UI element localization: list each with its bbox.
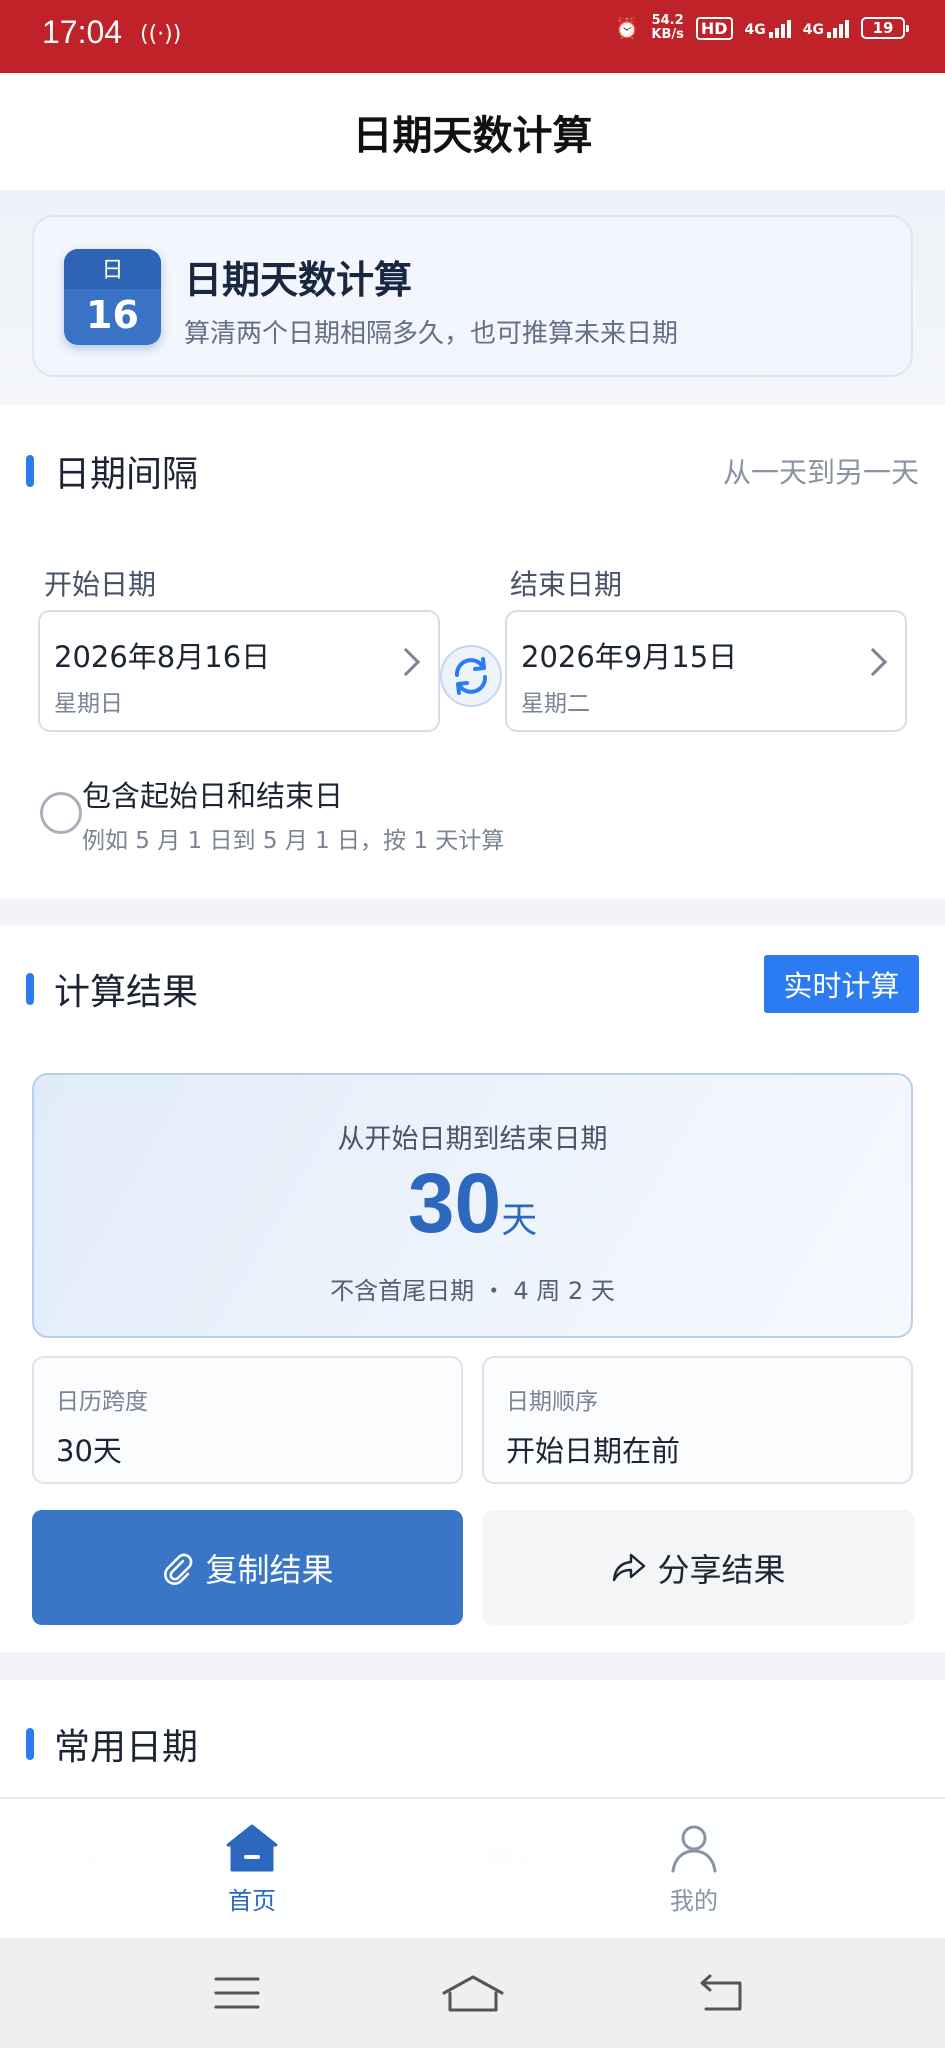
result-card: 从开始日期到结束日期 30天 不含首尾日期 ・ 4 周 2 天 <box>32 1073 913 1338</box>
bottom-tab-bar: 首页 我的 <box>0 1797 945 1938</box>
date-order-value: 开始日期在前 <box>506 1434 681 1468</box>
end-date-label: 结束日期 <box>510 568 623 601</box>
signal-icon <box>768 18 791 38</box>
copy-result-button[interactable]: 复制结果 <box>32 1510 463 1625</box>
nfc-icon: ((·)) <box>140 22 182 47</box>
home-nav-button[interactable] <box>428 1968 518 2018</box>
hero-subtitle: 算清两个日期相隔多久，也可推算未来日期 <box>184 319 679 349</box>
menu-icon <box>214 1977 260 2009</box>
tab-mine[interactable]: 我的 <box>634 1823 754 1916</box>
network-4g-2: 4G <box>803 18 849 38</box>
network-4g-1: 4G <box>745 18 791 38</box>
back-button[interactable] <box>676 1968 766 2018</box>
live-calc-button[interactable]: 实时计算 <box>764 955 919 1013</box>
section-title: 日期间隔 <box>54 454 199 495</box>
calendar-span-value: 30天 <box>56 1434 122 1468</box>
alarm-icon: ⏰ <box>614 16 640 40</box>
section-header: 常用日期 <box>26 1718 198 1770</box>
end-weekday: 星期二 <box>521 691 590 717</box>
include-endpoints-label[interactable]: 包含起始日和结束日 <box>82 773 343 815</box>
system-nav-bar <box>0 1938 945 2048</box>
result-meta: 不含首尾日期 ・ 4 周 2 天 <box>330 1277 615 1305</box>
section-accent-bar <box>26 455 34 487</box>
battery-icon: 19 <box>861 17 909 39</box>
chevron-right-icon <box>391 647 421 677</box>
share-result-label: 分享结果 <box>657 1550 786 1589</box>
nav-bar: 日期天数计算 <box>0 73 945 190</box>
date-order-label: 日期顺序 <box>506 1389 598 1415</box>
signal-icon <box>827 18 849 38</box>
end-date-value: 2026年9月15日 <box>521 640 738 674</box>
end-date-picker[interactable]: 2026年9月15日 星期二 <box>505 610 907 732</box>
start-date-picker[interactable]: 2026年8月16日 星期日 <box>38 610 440 732</box>
status-icons: ⏰ 54.2 KB/s HD 4G 4G 19 <box>614 13 909 42</box>
result-section: 计算结果 实时计算 从开始日期到结束日期 30天 不含首尾日期 ・ 4 周 2 … <box>0 925 945 1652</box>
calendar-span-label: 日历跨度 <box>56 1389 148 1415</box>
copy-result-label: 复制结果 <box>205 1550 334 1589</box>
date-interval-section: 日期间隔 从一天到另一天 开始日期 结束日期 2026年8月16日 星期日 20… <box>0 405 945 899</box>
paperclip-icon <box>164 1553 193 1585</box>
page-title: 日期天数计算 <box>352 112 593 159</box>
start-date-value: 2026年8月16日 <box>54 640 271 674</box>
menu-button[interactable] <box>192 1968 282 2018</box>
section-header: 计算结果 <box>26 963 198 1015</box>
section-title: 计算结果 <box>54 972 199 1013</box>
result-days-number: 30 <box>407 1156 502 1250</box>
date-order-box: 日期顺序 开始日期在前 <box>482 1356 913 1484</box>
tab-home-label: 首页 <box>228 1887 276 1915</box>
calendar-icon: 日 16 <box>64 249 161 345</box>
refresh-icon <box>455 657 487 695</box>
result-days-unit: 天 <box>501 1200 538 1241</box>
speed-readout: 54.2 KB/s <box>651 13 684 42</box>
section-header: 日期间隔 <box>26 445 198 497</box>
hero-section: 日 16 日期天数计算 算清两个日期相隔多久，也可推算未来日期 <box>0 190 945 405</box>
result-days: 30天 <box>34 1155 911 1252</box>
status-bar: 17:04 ((·)) ⏰ 54.2 KB/s HD 4G 4G 19 <box>0 0 945 73</box>
share-result-button[interactable]: 分享结果 <box>483 1510 914 1625</box>
include-endpoints-note: 例如 5 月 1 日到 5 月 1 日，按 1 天计算 <box>82 828 505 854</box>
section-accent-bar <box>26 1728 34 1760</box>
start-date-label: 开始日期 <box>44 568 157 601</box>
user-icon <box>671 1825 717 1873</box>
chevron-right-icon <box>858 647 888 677</box>
home-outline-icon <box>442 1975 504 2012</box>
common-dates-section: 常用日期 <box>0 1680 945 1800</box>
result-caption: 从开始日期到结束日期 <box>337 1124 608 1155</box>
hero-card: 日 16 日期天数计算 算清两个日期相隔多久，也可推算未来日期 <box>32 215 913 377</box>
section-accent-bar <box>26 973 34 1005</box>
include-endpoints-radio[interactable] <box>40 792 82 834</box>
hd-badge: HD <box>695 16 733 40</box>
start-weekday: 星期日 <box>54 691 123 717</box>
back-icon <box>700 1974 742 2011</box>
tab-mine-label: 我的 <box>670 1887 718 1915</box>
status-time: 17:04 <box>42 14 123 50</box>
swap-dates-button[interactable] <box>440 645 502 707</box>
tab-home[interactable]: 首页 <box>192 1823 312 1916</box>
share-icon <box>613 1553 646 1581</box>
home-icon <box>226 1824 278 1872</box>
section-hint: 从一天到另一天 <box>722 456 919 489</box>
section-title: 常用日期 <box>54 1727 199 1768</box>
calendar-span-box: 日历跨度 30天 <box>32 1356 463 1484</box>
hero-title: 日期天数计算 <box>184 258 413 302</box>
